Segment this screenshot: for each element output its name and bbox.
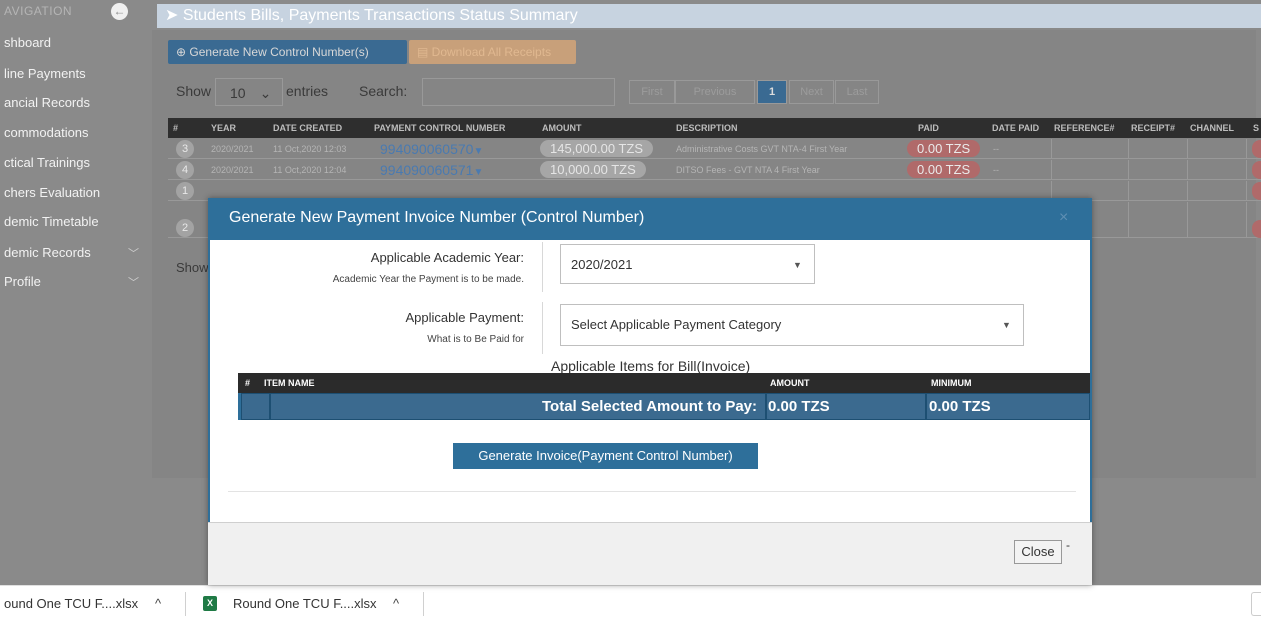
sidebar-item-academic-records[interactable]: demic Records ﹀ bbox=[0, 245, 150, 267]
table-row[interactable]: 4 2020/2021 11 Oct,2020 12:04 9940900605… bbox=[168, 160, 1261, 180]
sidebar-item-teachers-evaluation[interactable]: chers Evaluation bbox=[0, 185, 150, 207]
modal-title: Generate New Payment Invoice Number (Con… bbox=[229, 209, 645, 226]
pager-first[interactable]: First bbox=[629, 80, 675, 104]
download-bar: ound One TCU F....xlsx ^ X Round One TCU… bbox=[0, 585, 1261, 620]
pager-next[interactable]: Next bbox=[789, 80, 834, 104]
col-amount: AMOUNT bbox=[770, 378, 810, 388]
col-channel: CHANNEL bbox=[1190, 123, 1234, 133]
excel-file-icon: X bbox=[203, 596, 217, 611]
total-minimum: 0.00 TZS bbox=[929, 398, 991, 415]
sidebar-title: AVIGATION bbox=[4, 4, 73, 18]
close-button[interactable]: Close bbox=[1014, 540, 1062, 564]
bills-table-header: # YEAR DATE CREATED PAYMENT CONTROL NUMB… bbox=[168, 118, 1261, 138]
items-table-header: # ITEM NAME AMOUNT MINIMUM bbox=[238, 373, 1090, 393]
status-badge bbox=[1252, 220, 1261, 238]
close-icon[interactable]: × bbox=[1059, 209, 1068, 227]
pager-last[interactable]: Last bbox=[835, 80, 879, 104]
sidebar-item-financial-records[interactable]: ancial Records bbox=[0, 95, 150, 117]
chevron-down-icon: ﹀ bbox=[128, 248, 139, 260]
status-badge bbox=[1252, 140, 1261, 158]
show-label: Show bbox=[176, 83, 212, 99]
col-date-paid: DATE PAID bbox=[992, 123, 1040, 133]
col-num: # bbox=[245, 378, 251, 388]
modal-header: Generate New Payment Invoice Number (Con… bbox=[208, 198, 1092, 240]
chevron-up-icon[interactable]: ^ bbox=[155, 596, 161, 611]
row-number-badge: 4 bbox=[176, 161, 194, 179]
row-number-badge: 1 bbox=[176, 182, 194, 200]
sidebar-item-online-payments[interactable]: line Payments bbox=[0, 66, 150, 88]
plus-circle-icon: ⊕ bbox=[176, 45, 190, 59]
col-control-number: PAYMENT CONTROL NUMBER bbox=[374, 123, 506, 133]
row-number-badge: 3 bbox=[176, 140, 194, 158]
caret-down-icon: ▼ bbox=[473, 146, 484, 157]
academic-year-select[interactable]: 2020/2021 ▼ bbox=[560, 244, 815, 284]
generate-invoice-button[interactable]: Generate Invoice(Payment Control Number) bbox=[453, 443, 758, 469]
document-icon: ▤ bbox=[417, 45, 432, 59]
caret-down-icon: ▼ bbox=[1002, 320, 1011, 330]
col-receipt: RECEIPT# bbox=[1131, 123, 1176, 133]
status-badge bbox=[1252, 182, 1261, 200]
col-item-name: ITEM NAME bbox=[264, 378, 315, 388]
sidebar-item-profile[interactable]: Profile ﹀ bbox=[0, 274, 150, 296]
col-description: DESCRIPTION bbox=[676, 123, 738, 133]
applicable-payment-label: Applicable Payment: bbox=[405, 310, 524, 325]
search-input[interactable] bbox=[422, 78, 615, 106]
download-item[interactable]: Round One TCU F....xlsx bbox=[233, 596, 377, 611]
sidebar-item-accommodations[interactable]: commodations bbox=[0, 125, 150, 147]
applicable-payment-hint: What is to Be Paid for bbox=[427, 334, 524, 345]
control-number-link[interactable]: 994090060570▼ bbox=[380, 141, 483, 157]
amount-badge: 10,000.00 TZS bbox=[540, 161, 646, 178]
col-paid: PAID bbox=[918, 123, 939, 133]
caret-down-icon: ▼ bbox=[473, 167, 484, 178]
col-num: # bbox=[173, 123, 179, 133]
academic-year-label: Applicable Academic Year: bbox=[370, 250, 524, 265]
generate-invoice-modal: Generate New Payment Invoice Number (Con… bbox=[208, 198, 1092, 585]
total-label: Total Selected Amount to Pay: bbox=[542, 398, 758, 415]
entries-select[interactable]: 10 ⌄ bbox=[215, 78, 283, 106]
arrow-left-circle-icon[interactable]: ← bbox=[111, 3, 128, 20]
col-status: S bbox=[1253, 123, 1260, 133]
applicable-payment-select[interactable]: Select Applicable Payment Category ▼ bbox=[560, 304, 1024, 346]
col-minimum: MINIMUM bbox=[931, 378, 972, 388]
pin-icon: ➤ bbox=[165, 7, 183, 24]
entries-label: entries bbox=[286, 83, 329, 99]
table-row[interactable]: 3 2020/2021 11 Oct,2020 12:03 9940900605… bbox=[168, 139, 1261, 159]
row-number-badge: 2 bbox=[176, 219, 194, 237]
pager-previous[interactable]: Previous bbox=[675, 80, 755, 104]
control-number-link[interactable]: 994090060571▼ bbox=[380, 162, 483, 178]
close-dash: - bbox=[1066, 538, 1070, 552]
sidebar-item-practical-trainings[interactable]: ctical Trainings bbox=[0, 155, 150, 177]
sidebar-item-dashboard[interactable]: shboard bbox=[0, 35, 150, 57]
show-all-downloads[interactable] bbox=[1251, 592, 1261, 616]
col-reference: REFERENCE# bbox=[1054, 123, 1115, 133]
amount-badge: 145,000.00 TZS bbox=[540, 140, 653, 157]
sidebar-item-academic-timetable[interactable]: demic Timetable bbox=[0, 214, 150, 236]
col-amount: AMOUNT bbox=[542, 123, 582, 133]
paid-badge: 0.00 TZS bbox=[907, 140, 981, 157]
chevron-down-icon: ⌄ bbox=[259, 85, 272, 101]
paid-badge: 0.00 TZS bbox=[907, 161, 981, 178]
items-table-total-row: Total Selected Amount to Pay: 0.00 TZS 0… bbox=[238, 393, 1090, 420]
sidebar: AVIGATION ← shboard line Payments ancial… bbox=[0, 0, 150, 585]
pager-page-1[interactable]: 1 bbox=[757, 80, 787, 104]
chevron-up-icon[interactable]: ^ bbox=[393, 596, 399, 611]
status-badge bbox=[1252, 161, 1261, 179]
items-caption: Applicable Items for Bill(Invoice) bbox=[551, 358, 751, 374]
academic-year-hint: Academic Year the Payment is to be made. bbox=[332, 274, 524, 285]
caret-down-icon: ▼ bbox=[793, 260, 802, 270]
show-label-bottom: Show bbox=[176, 260, 209, 275]
col-date-created: DATE CREATED bbox=[273, 123, 343, 133]
search-label: Search: bbox=[359, 83, 408, 99]
generate-control-number-button[interactable]: ⊕ Generate New Control Number(s) bbox=[168, 40, 407, 64]
panel-title: ➤ Students Bills, Payments Transactions … bbox=[157, 4, 1261, 28]
download-item[interactable]: ound One TCU F....xlsx bbox=[4, 596, 138, 611]
col-year: YEAR bbox=[211, 123, 237, 133]
chevron-down-icon: ﹀ bbox=[128, 277, 139, 289]
sidebar-header: AVIGATION ← bbox=[0, 2, 150, 22]
download-receipts-button[interactable]: ▤ Download All Receipts bbox=[409, 40, 576, 64]
total-amount: 0.00 TZS bbox=[768, 398, 830, 415]
modal-footer: Close - bbox=[208, 522, 1092, 585]
